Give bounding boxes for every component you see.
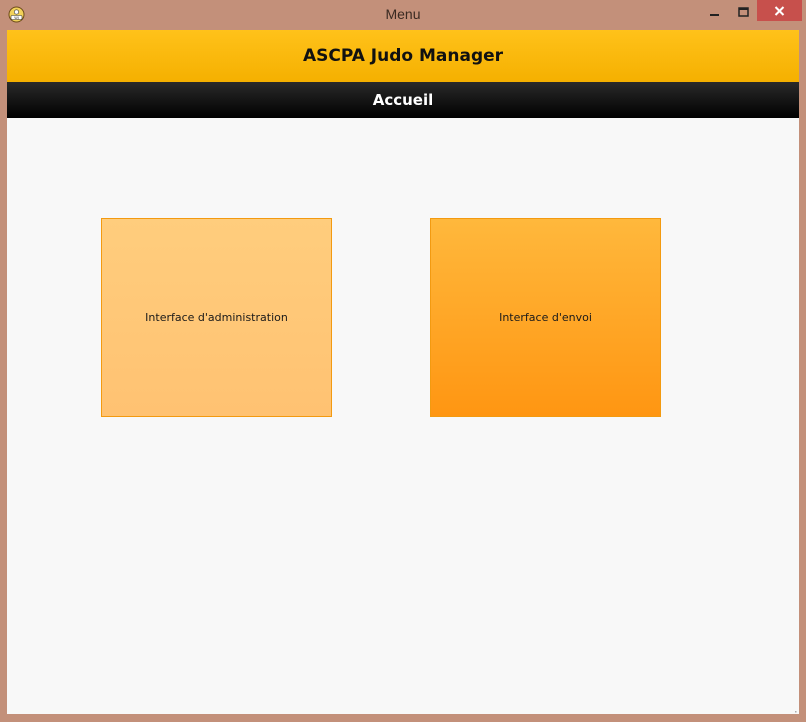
maximize-icon — [737, 2, 749, 21]
admin-interface-button[interactable]: Interface d'administration — [101, 218, 332, 417]
minimize-button[interactable] — [700, 0, 730, 22]
admin-interface-label: Interface d'administration — [145, 311, 288, 324]
application-window: WJ Menu ASCPA Judo Manager Accueil Inter… — [0, 0, 806, 722]
close-icon — [774, 1, 785, 20]
title-bar[interactable]: WJ Menu — [0, 0, 806, 30]
minimize-icon — [710, 2, 720, 21]
maximize-button[interactable] — [729, 0, 757, 22]
send-interface-button[interactable]: Interface d'envoi — [430, 218, 661, 417]
page-title: Accueil — [372, 91, 434, 109]
page-header: Accueil — [7, 82, 799, 118]
send-interface-label: Interface d'envoi — [499, 311, 592, 324]
close-button[interactable] — [757, 0, 802, 21]
app-title: ASCPA Judo Manager — [302, 46, 504, 66]
app-header: ASCPA Judo Manager — [7, 30, 799, 82]
resize-grip-icon[interactable] — [789, 704, 797, 713]
window-title: Menu — [385, 6, 421, 22]
client-area: ASCPA Judo Manager Accueil Interface d'a… — [7, 30, 799, 714]
